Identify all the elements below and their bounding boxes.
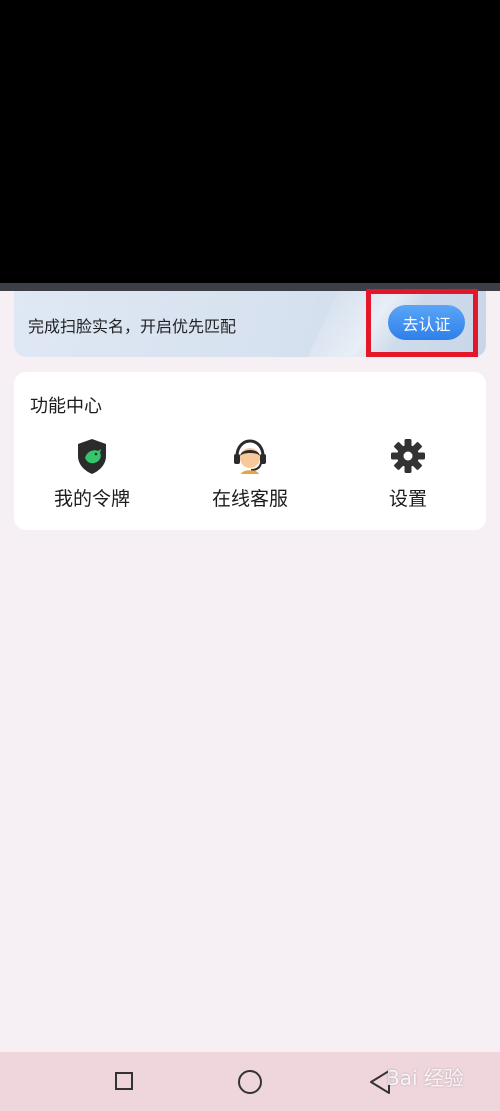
function-center-title: 功能中心 <box>30 396 102 417</box>
feature-customer-service[interactable]: 在线客服 <box>190 436 310 511</box>
watermark: Bai 经验 <box>386 1066 464 1090</box>
feature-settings[interactable]: 设置 <box>348 436 468 511</box>
gear-icon <box>391 439 425 473</box>
function-center-panel: 功能中心 我的令牌 在线客服 设置 <box>14 372 486 530</box>
shield-token-icon <box>78 439 106 474</box>
banner-text: 完成扫脸实名，开启优先匹配 <box>28 317 237 336</box>
top-black-area <box>0 0 500 283</box>
home-icon[interactable] <box>238 1070 262 1094</box>
highlight-box <box>366 289 478 357</box>
feature-label: 我的令牌 <box>53 488 130 510</box>
recent-apps-icon[interactable] <box>115 1072 133 1090</box>
feature-label: 设置 <box>388 488 427 510</box>
customer-service-icon <box>234 439 266 474</box>
feature-my-token[interactable]: 我的令牌 <box>32 436 152 511</box>
feature-label: 在线客服 <box>211 488 288 510</box>
